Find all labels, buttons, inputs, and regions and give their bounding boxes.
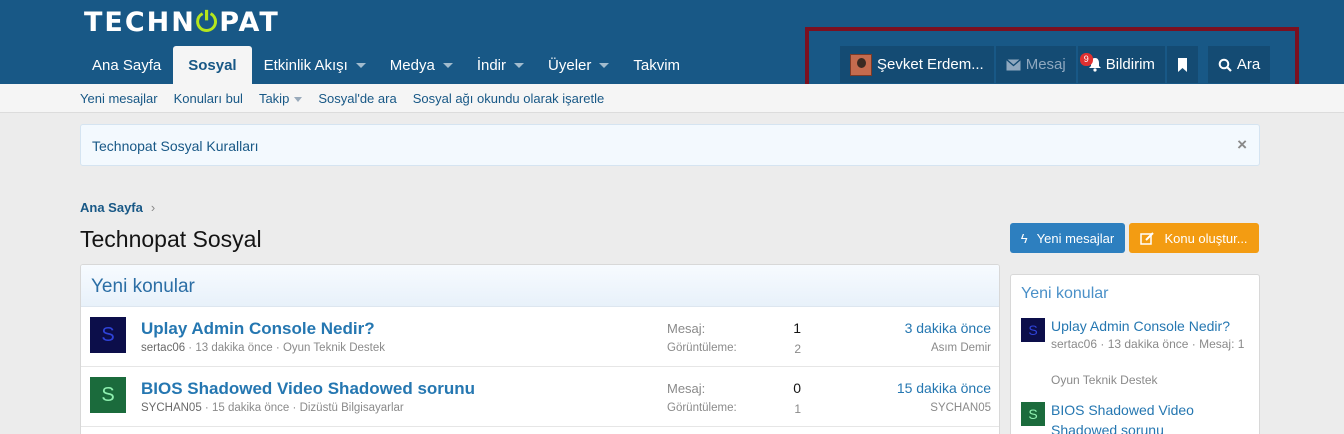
- subnav-find-threads[interactable]: Konuları bul: [174, 91, 243, 106]
- new-threads-block: Yeni konular S Uplay Admin Console Nedir…: [80, 264, 1000, 434]
- avatar[interactable]: S: [1021, 402, 1045, 426]
- nav-tab-label: Sosyal: [188, 56, 237, 74]
- last-post-user[interactable]: SYCHAN05: [930, 402, 991, 414]
- breadcrumb-home[interactable]: Ana Sayfa: [80, 200, 143, 215]
- subnav-search-social[interactable]: Sosyal'de ara: [318, 91, 396, 106]
- sidebar-thread-meta: sertac06 · 13 dakika önce · Mesaj: 1: [1051, 337, 1245, 351]
- replies-count: 1: [793, 320, 801, 336]
- user-actions: Şevket Erdem... Mesaj 9 Bildirim Ara: [840, 46, 1272, 83]
- nav-tab-label: Etkinlik Akışı: [263, 56, 348, 74]
- new-posts-button[interactable]: ϟ Yeni mesajlar: [1010, 223, 1125, 253]
- nav-tab-label: Üyeler: [548, 56, 592, 74]
- thread-start-date[interactable]: 13 dakika önce: [195, 342, 272, 354]
- search-label: Ara: [1236, 56, 1261, 73]
- nav-tab-label: İndir: [476, 56, 507, 74]
- breadcrumb: Ana Sayfa ›: [80, 200, 155, 215]
- thread-row: S Uplay Admin Console Nedir? sertac06 · …: [81, 307, 999, 367]
- views-label: Görüntüleme:: [667, 402, 737, 414]
- sidebar-title[interactable]: Yeni konular: [1021, 285, 1108, 303]
- thread-start-date[interactable]: 15 dakika önce: [212, 402, 289, 414]
- avatar[interactable]: S: [90, 317, 126, 353]
- main-nav: Ana Sayfa Sosyal Etkinlik Akışı Medya İn…: [80, 46, 692, 84]
- bookmark-icon: [1177, 57, 1187, 72]
- site-header: TECHN⏻PAT Ana Sayfa Sosyal Etkinlik Akış…: [0, 0, 1344, 84]
- new-posts-label: Yeni mesajlar: [1036, 230, 1115, 246]
- account-button[interactable]: Şevket Erdem...: [840, 46, 994, 83]
- search-button[interactable]: Ara: [1207, 46, 1271, 83]
- bookmarks-button[interactable]: [1166, 46, 1198, 83]
- thread-author[interactable]: SYCHAN05: [141, 402, 202, 414]
- replies-label: Mesaj:: [667, 321, 706, 336]
- thread-forum[interactable]: Dizüstü Bilgisayarlar: [300, 402, 404, 414]
- avatar[interactable]: S: [1021, 318, 1045, 342]
- sidebar-thread-forum[interactable]: Oyun Teknik Destek: [1051, 371, 1253, 389]
- chevron-down-icon[interactable]: [355, 62, 366, 68]
- page-title: Technopat Sosyal: [80, 226, 262, 252]
- bolt-icon: ϟ: [1020, 230, 1028, 246]
- block-title: Yeni konular: [81, 265, 999, 307]
- nav-tab-label: Ana Sayfa: [92, 56, 162, 74]
- sidebar-new-threads: Yeni konular S Uplay Admin Console Nedir…: [1010, 274, 1260, 434]
- nav-tab-home[interactable]: Ana Sayfa: [80, 46, 173, 84]
- search-icon: [1218, 58, 1232, 72]
- last-post-time[interactable]: 3 dakika önce: [905, 320, 991, 336]
- nav-tab-social[interactable]: Sosyal: [173, 46, 252, 84]
- notice: Technopat Sosyal Kuralları ×: [80, 124, 1260, 166]
- chevron-down-icon[interactable]: [599, 62, 610, 68]
- subnav-watched[interactable]: Takip: [258, 91, 303, 106]
- bell-icon: 9: [1079, 53, 1102, 72]
- power-icon: ⏻: [195, 7, 220, 38]
- nav-tab-label: Takvim: [633, 56, 681, 74]
- nav-tab-members[interactable]: Üyeler: [536, 46, 621, 84]
- chevron-down-icon[interactable]: [514, 62, 525, 68]
- thread-title[interactable]: BIOS Shadowed Video Shadowed sorunu: [141, 379, 475, 399]
- alerts-badge: 9: [1079, 53, 1093, 66]
- subnav-watched-label: Takip: [258, 91, 290, 106]
- account-name: Şevket Erdem...: [877, 56, 984, 73]
- close-icon[interactable]: ×: [1237, 135, 1247, 155]
- thread-meta: SYCHAN05 · 15 dakika önce · Dizüstü Bilg…: [141, 402, 404, 414]
- last-post-time[interactable]: 15 dakika önce: [897, 380, 991, 396]
- thread-title[interactable]: Uplay Admin Console Nedir?: [141, 319, 375, 339]
- avatar: [850, 53, 872, 76]
- thread-row: S BIOS Shadowed Video Shadowed sorunu SY…: [81, 367, 999, 427]
- create-thread-button[interactable]: Konu oluştur...: [1129, 223, 1259, 253]
- sidebar-thread-item: S BIOS Shadowed Video Shadowed sorunu: [1021, 400, 1253, 434]
- sidebar-thread-item: S Uplay Admin Console Nedir? sertac06 · …: [1021, 316, 1253, 391]
- sidebar-thread-title[interactable]: Uplay Admin Console Nedir?: [1051, 316, 1253, 336]
- site-logo[interactable]: TECHN⏻PAT: [84, 7, 280, 39]
- sidebar-thread-title[interactable]: BIOS Shadowed Video Shadowed sorunu: [1051, 400, 1253, 434]
- breadcrumb-separator: ›: [150, 200, 156, 215]
- replies-count: 0: [793, 380, 801, 396]
- nav-tab-media[interactable]: Medya: [378, 46, 465, 84]
- views-label: Görüntüleme:: [667, 342, 737, 354]
- nav-tab-calendar[interactable]: Takvim: [621, 46, 692, 84]
- messages-button[interactable]: Mesaj: [995, 46, 1076, 83]
- nav-tab-download[interactable]: İndir: [465, 46, 536, 84]
- thread-forum[interactable]: Oyun Teknik Destek: [283, 342, 385, 354]
- subnav-mark-read[interactable]: Sosyal ağı okundu olarak işaretle: [413, 91, 605, 106]
- views-count: 2: [794, 342, 801, 356]
- nav-tab-activity[interactable]: Etkinlik Akışı: [252, 46, 378, 84]
- thread-author[interactable]: sertac06: [141, 342, 185, 354]
- envelope-icon: [1005, 58, 1021, 70]
- alerts-label: Bildirim: [1105, 56, 1155, 73]
- alerts-button[interactable]: 9 Bildirim: [1077, 46, 1165, 83]
- sub-nav: Yeni mesajlar Konuları bul Takip Sosyal'…: [0, 84, 1344, 113]
- chevron-down-icon: [294, 97, 303, 103]
- nav-tab-label: Medya: [389, 56, 435, 74]
- edit-icon: [1140, 231, 1155, 245]
- messages-label: Mesaj: [1025, 56, 1066, 73]
- create-thread-label: Konu oluştur...: [1164, 230, 1248, 246]
- thread-meta: sertac06 · 13 dakika önce · Oyun Teknik …: [141, 342, 386, 354]
- subnav-new-posts[interactable]: Yeni mesajlar: [80, 91, 158, 106]
- last-post-user[interactable]: Asım Demir: [931, 342, 991, 354]
- chevron-down-icon[interactable]: [442, 62, 453, 68]
- replies-label: Mesaj:: [667, 381, 706, 396]
- views-count: 1: [794, 402, 801, 416]
- notice-link[interactable]: Technopat Sosyal Kuralları: [92, 138, 259, 154]
- avatar[interactable]: S: [90, 377, 126, 413]
